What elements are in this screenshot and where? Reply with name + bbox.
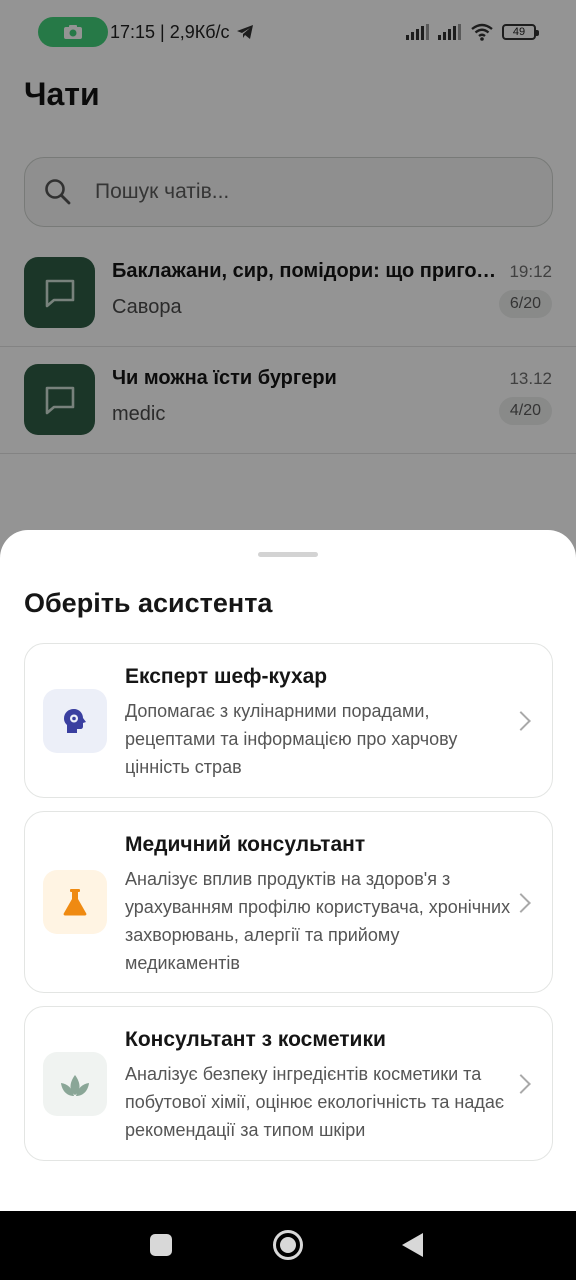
- assistant-title: Експерт шеф-кухар: [125, 665, 328, 688]
- recents-button[interactable]: [150, 1234, 172, 1256]
- assistant-picker-sheet: Оберіть асистента Експерт шеф-кухар Допо…: [0, 530, 576, 1211]
- drag-handle[interactable]: [258, 552, 318, 557]
- assistant-description: Аналізує безпеку інгредієнтів косметики …: [125, 1064, 505, 1140]
- assistant-title: Медичний консультант: [125, 833, 366, 856]
- assistant-card-cosmetics[interactable]: Консультант з косметики Аналізує безпеку…: [24, 1006, 553, 1161]
- home-button[interactable]: [273, 1230, 303, 1260]
- head-gear-icon: [64, 709, 86, 733]
- leaf-icon: [61, 1075, 89, 1096]
- system-navigation-bar: [0, 1211, 576, 1280]
- assistant-icon-container: [43, 1052, 107, 1116]
- assistant-title: Консультант з косметики: [125, 1028, 386, 1051]
- flask-icon: [63, 889, 87, 916]
- sheet-title: Оберіть асистента: [24, 588, 273, 618]
- assistant-description: Допомагає з кулінарними порадами, рецепт…: [125, 701, 458, 777]
- assistant-card-medical[interactable]: Медичний консультант Аналізує вплив прод…: [24, 811, 553, 993]
- back-button[interactable]: [402, 1233, 423, 1257]
- assistant-icon-container: [43, 689, 107, 753]
- assistant-description: Аналізує вплив продуктів на здоров'я з у…: [125, 869, 511, 973]
- assistant-card-chef[interactable]: Експерт шеф-кухар Допомагає з кулінарним…: [24, 643, 553, 798]
- assistant-icon-container: [43, 870, 107, 934]
